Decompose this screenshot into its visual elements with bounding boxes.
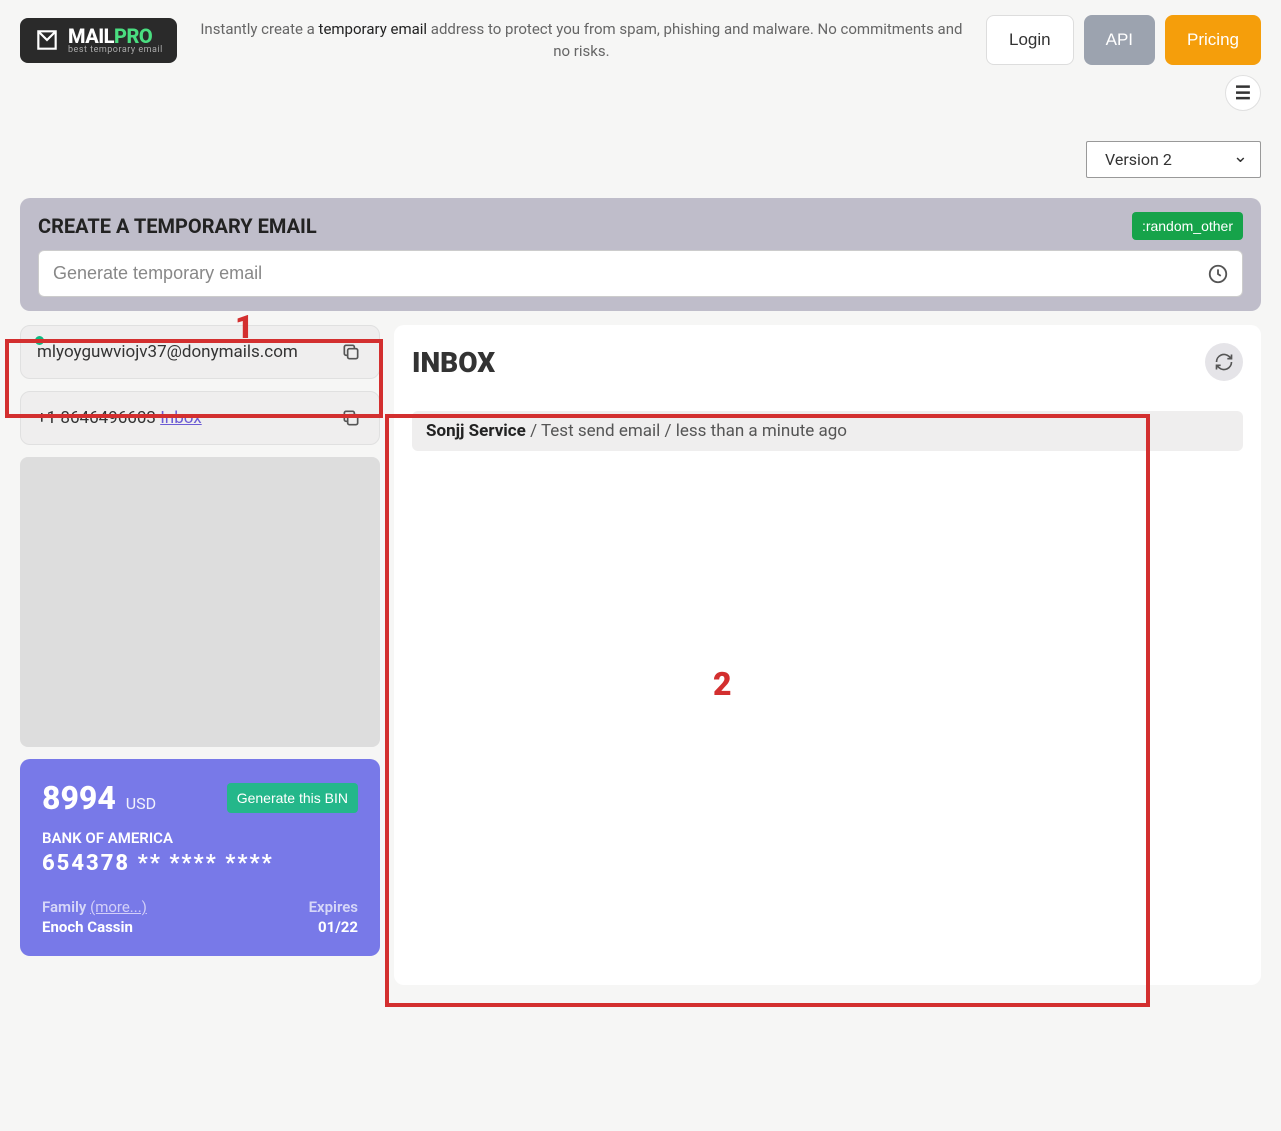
bin-expires-value: 01/22 [309,918,358,936]
create-title: CREATE A TEMPORARY EMAIL [38,214,317,238]
copy-phone-icon[interactable] [339,406,363,430]
hamburger-icon: ☰ [1235,83,1251,104]
menu-button[interactable]: ☰ [1225,75,1261,111]
bin-bank: BANK OF AMERICA [42,829,358,847]
inbox-panel: INBOX Sonjj Service / Test send email / … [394,325,1261,985]
copy-email-icon[interactable] [339,340,363,364]
logo-subtext: best temporary email [68,46,163,55]
email-card[interactable]: mlyoyguwviojv37@donymails.com [20,325,380,379]
status-dot-icon [35,336,44,345]
bin-card-number: 654378 ** **** **** [42,851,358,876]
phone-number: +1 8646496603 [37,408,156,428]
version-selected: Version 2 [1105,150,1172,169]
bin-more-link[interactable]: (more...) [90,898,147,916]
email-address: mlyoyguwviojv37@donymails.com [37,342,329,362]
pricing-button[interactable]: Pricing [1165,15,1261,65]
refresh-icon [1214,352,1234,372]
clock-icon[interactable] [1207,263,1229,285]
bin-family-value: Enoch Cassin [42,918,147,936]
ad-placeholder [20,457,380,747]
generate-bin-button[interactable]: Generate this BIN [227,783,358,813]
email-input[interactable] [38,250,1243,297]
bin-expires-label: Expires [309,898,358,916]
inbox-item-sender: Sonjj Service [426,421,526,441]
inbox-item-subject: Test send email [541,421,660,441]
api-button[interactable]: API [1084,15,1155,65]
bin-card: 8994 USD Generate this BIN BANK OF AMERI… [20,759,380,956]
phone-inbox-link[interactable]: Inbox [160,408,202,428]
logo[interactable]: MAILPRO best temporary email [20,18,177,63]
refresh-button[interactable] [1205,343,1243,381]
login-button[interactable]: Login [986,15,1074,65]
logo-text: MAILPRO [68,26,163,46]
bin-number: 8994 [42,779,116,817]
logo-mail-icon [34,27,60,53]
bin-family-label: Family [42,898,86,916]
inbox-item[interactable]: Sonjj Service / Test send email / less t… [412,411,1243,451]
bin-currency: USD [126,794,156,813]
version-select[interactable]: Version 2 [1086,141,1261,178]
inbox-title: INBOX [412,346,495,379]
phone-card[interactable]: +1 8646496603 Inbox [20,391,380,445]
tagline: Instantly create a temporary email addre… [197,18,966,63]
inbox-item-time: less than a minute ago [676,421,847,441]
random-other-button[interactable]: :random_other [1132,212,1243,240]
